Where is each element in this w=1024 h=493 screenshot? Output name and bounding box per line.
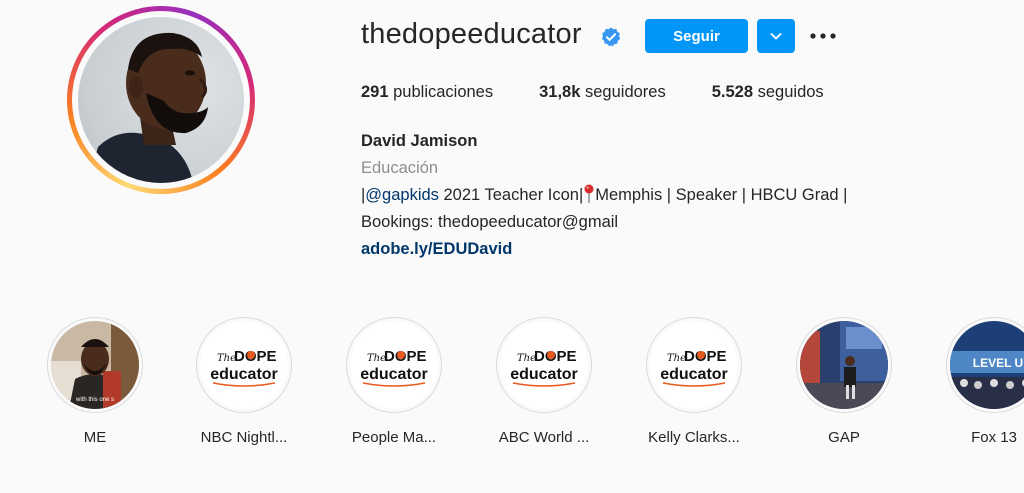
highlight-nbc-nightly[interactable]: The DOPE educator NBC Nightl...	[174, 317, 314, 446]
bio-text: 2021 Teacher Icon|	[438, 186, 584, 204]
dope-educator-logo-icon: The DOPE educator	[500, 321, 588, 409]
bio-line-2: Bookings: thedopeeducator@gmail	[361, 213, 619, 231]
suggested-accounts-button[interactable]	[757, 19, 795, 53]
dope-educator-logo-icon: The DOPE educator	[650, 321, 738, 409]
dope-educator-logo-icon: The DOPE educator	[350, 321, 438, 409]
level-up-photo-icon: LEVEL U	[950, 321, 1024, 409]
posts-count: 291	[361, 83, 389, 101]
profile-avatar	[78, 17, 244, 183]
logo-educator: educator	[360, 366, 428, 383]
highlight-people-magazine[interactable]: The DOPE educator People Ma...	[324, 317, 464, 446]
highlight-abc-world[interactable]: The DOPE educator ABC World ...	[474, 317, 614, 446]
svg-text:with this one s: with this one s	[75, 397, 114, 403]
logo-educator: educator	[510, 366, 578, 383]
external-link[interactable]: adobe.ly/EDUDavid	[361, 236, 847, 263]
portrait-photo-icon: with this one s	[51, 321, 139, 409]
mention-link[interactable]: @gapkids	[365, 186, 439, 204]
highlight-label: Kelly Clarks...	[648, 429, 740, 446]
highlight-label: GAP	[828, 429, 860, 446]
more-options-icon	[810, 33, 836, 39]
highlight-label: People Ma...	[351, 429, 437, 446]
profile-stats: 291 publicaciones 31,8k seguidores 5.528…	[361, 83, 870, 102]
profile-full-name: David Jamison	[361, 132, 478, 150]
round-pushpin-icon	[584, 184, 594, 203]
dope-educator-logo-icon: The DOPE educator	[200, 321, 288, 409]
stage-photo-icon	[800, 321, 888, 409]
posts-label: publicaciones	[393, 83, 494, 101]
bio-text: Memphis | Speaker | HBCU Grad |	[595, 186, 848, 204]
chevron-down-icon	[770, 32, 782, 40]
following-stat[interactable]: 5.528 seguidos	[712, 83, 824, 102]
followers-stat[interactable]: 31,8k seguidores	[539, 83, 666, 102]
following-count: 5.528	[711, 83, 754, 101]
highlight-label: NBC Nightl...	[200, 429, 288, 446]
following-label: seguidos	[757, 83, 824, 101]
profile-category: Educación	[361, 159, 439, 177]
logo-dope: DOPE	[534, 348, 577, 365]
posts-stat: 291 publicaciones	[361, 83, 493, 102]
logo-dope: DOPE	[234, 348, 277, 365]
profile-bio: David Jamison Educación |@gapkids 2021 T…	[361, 128, 847, 263]
bio-line-1: |@gapkids 2021 Teacher Icon| Memphis | Sp…	[361, 182, 847, 209]
follow-button[interactable]: Seguir	[645, 19, 748, 53]
logo-dope: DOPE	[684, 348, 727, 365]
logo-dope: DOPE	[384, 348, 427, 365]
story-highlights: with this one s ME The DOPE educator NBC…	[0, 317, 1024, 493]
highlight-label: Fox 13	[971, 429, 1017, 446]
verified-badge-icon	[601, 27, 621, 47]
highlight-label: ABC World ...	[498, 429, 590, 446]
highlight-fox-13[interactable]: LEVEL U Fox 13	[924, 317, 1024, 446]
highlight-me[interactable]: with this one s ME	[25, 317, 165, 446]
followers-count: 31,8k	[539, 83, 581, 101]
logo-educator: educator	[210, 366, 278, 383]
more-options-button[interactable]	[808, 24, 838, 48]
svg-text:LEVEL U: LEVEL U	[973, 356, 1023, 370]
highlight-label: ME	[83, 429, 107, 446]
highlight-gap[interactable]: GAP	[774, 317, 914, 446]
logo-educator: educator	[660, 366, 728, 383]
profile-avatar-story-ring[interactable]	[67, 6, 255, 194]
followers-label: seguidores	[585, 83, 666, 101]
profile-username: thedopeeducator	[361, 18, 582, 50]
highlight-kelly-clarkson[interactable]: The DOPE educator Kelly Clarks...	[624, 317, 764, 446]
